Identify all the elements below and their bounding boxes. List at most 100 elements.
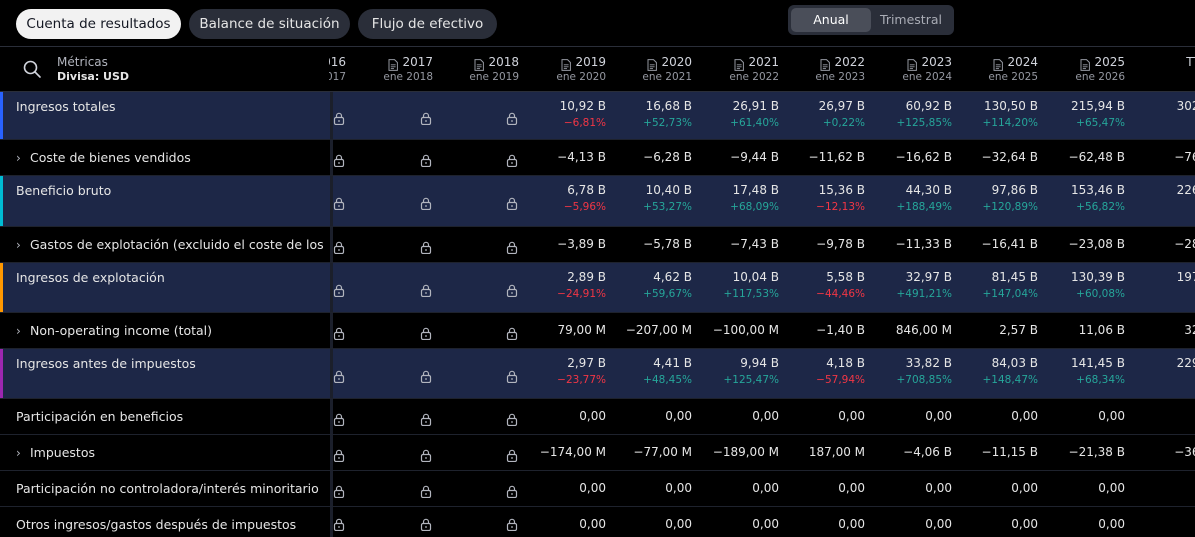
lock-icon[interactable] (333, 282, 345, 297)
column-header-2025[interactable]: 2025 ene 2026 (1039, 47, 1125, 91)
lock-icon[interactable] (420, 483, 432, 498)
lock-icon[interactable] (420, 110, 432, 125)
search-icon[interactable] (22, 59, 42, 79)
lock-icon[interactable] (506, 239, 518, 254)
tab-income-statement[interactable]: Cuenta de resultados (16, 9, 181, 39)
column-year: 2023 (921, 55, 952, 69)
chevron-right-icon[interactable]: › (16, 324, 30, 338)
lock-icon[interactable] (420, 411, 432, 426)
yoy-change: +114,20% (982, 117, 1038, 129)
value-cell: 0,00 (606, 471, 692, 506)
lock-icon[interactable] (506, 516, 518, 531)
yoy-change: +120,89% (982, 201, 1038, 213)
table-row[interactable]: Ingresos de explotación 2,89 B −24,91% 4,62… (0, 263, 1195, 313)
value-cell: 0,00 (693, 471, 779, 506)
lock-icon[interactable] (506, 483, 518, 498)
column-header-2018[interactable]: 2018 ene 2019 (433, 47, 519, 91)
lock-icon[interactable] (333, 447, 345, 462)
metrics-label: Métricas (57, 55, 108, 69)
value-cell: 0,00 (779, 507, 865, 537)
table-row[interactable]: › Coste de bienes vendidos −4,13 B −6,28 B −… (0, 140, 1195, 176)
lock-icon[interactable] (333, 152, 345, 167)
row-label-text: Non-operating income (total) (30, 323, 213, 338)
value-cell: 130,50 B +114,20% (952, 92, 1038, 139)
yoy-change: +117,53% (723, 288, 779, 300)
yoy-change: +59,67% (643, 288, 692, 300)
period-annual-button[interactable]: Anual (791, 8, 871, 32)
chevron-right-icon[interactable]: › (16, 446, 30, 460)
column-header-2016[interactable]: 2016 ene 2017 (329, 47, 346, 91)
lock-icon[interactable] (506, 411, 518, 426)
lock-icon[interactable] (333, 516, 345, 531)
row-label-text: Participación no controladora/interés mi… (16, 481, 319, 496)
column-header-2024[interactable]: 2024 ene 2025 (952, 47, 1038, 91)
table-row[interactable]: Otros ingresos/gastos después de impuest… (0, 507, 1195, 537)
column-year: 2017 (402, 55, 433, 69)
value: −5,78 B (643, 237, 692, 251)
table-row[interactable]: › Non-operating income (total) 79,00 M −207… (0, 313, 1195, 349)
row-values: 79,00 M −207,00 M −100,00 M −1,40 B 846,00 M… (329, 313, 1195, 348)
lock-icon[interactable] (506, 368, 518, 383)
row-label[interactable]: › Non-operating income (total) (16, 323, 212, 338)
column-header-2020[interactable]: 2020 ene 2021 (606, 47, 692, 91)
yoy-change: −5,96% (563, 201, 606, 213)
lock-icon[interactable] (506, 110, 518, 125)
value-cell: −3,89 B (520, 227, 606, 262)
lock-icon[interactable] (506, 325, 518, 340)
value: 0,00 (752, 409, 779, 423)
table-row[interactable]: › Gastos de explotación (excluido el cost… (0, 227, 1195, 263)
value-cell: 9,94 B +125,47% (693, 349, 779, 398)
document-icon (820, 56, 830, 71)
value: 215,94 B (1070, 99, 1125, 113)
lock-icon[interactable] (420, 325, 432, 340)
column-header-2023[interactable]: 2023 ene 2024 (866, 47, 952, 91)
lock-icon[interactable] (420, 282, 432, 297)
lock-icon[interactable] (420, 239, 432, 254)
column-header-2022[interactable]: 2022 ene 2023 (779, 47, 865, 91)
column-header-TTM[interactable]: TTM (1125, 47, 1195, 91)
lock-icon[interactable] (506, 195, 518, 211)
lock-icon[interactable] (506, 447, 518, 462)
value-cell: 229,7 (1125, 349, 1195, 398)
lock-icon[interactable] (506, 152, 518, 167)
table-row[interactable]: › Impuestos −174,00 M −77,00 M −189,00 M 187,… (0, 435, 1195, 471)
row-label[interactable]: › Coste de bienes vendidos (16, 150, 191, 165)
chevron-right-icon[interactable]: › (16, 238, 30, 252)
table-row[interactable]: Ingresos antes de impuestos 2,97 B −23,77%… (0, 349, 1195, 399)
tab-cash-flow[interactable]: Flujo de efectivo (358, 9, 497, 39)
row-label[interactable]: › Gastos de explotación (excluido el cost… (16, 237, 328, 252)
value: 32,1 (1184, 323, 1195, 337)
tab-balance-sheet[interactable]: Balance de situación (189, 9, 350, 39)
table-row[interactable]: Beneficio bruto 6,78 B −5,96% 10,40 B +53,27… (0, 176, 1195, 227)
row-label: Participación en beneficios (16, 409, 183, 424)
lock-icon[interactable] (506, 282, 518, 297)
table-row[interactable]: Participación no controladora/interés mi… (0, 471, 1195, 507)
column-header-2017[interactable]: 2017 ene 2018 (347, 47, 433, 91)
row-label[interactable]: › Impuestos (16, 445, 95, 460)
yoy-change: +48,45% (643, 374, 692, 386)
table-row[interactable]: Participación en beneficios 0,00 0,00 0,00 0… (0, 399, 1195, 435)
lock-icon[interactable] (420, 368, 432, 383)
value: 0,00 (838, 481, 865, 495)
period-quarterly-button[interactable]: Trimestral (871, 8, 951, 32)
lock-icon[interactable] (333, 195, 345, 211)
lock-icon[interactable] (420, 516, 432, 531)
lock-icon[interactable] (420, 195, 432, 211)
row-label-text: Impuestos (30, 445, 95, 460)
value-cell: 32,1 (1125, 313, 1195, 348)
lock-icon[interactable] (333, 483, 345, 498)
lock-icon[interactable] (333, 110, 345, 125)
lock-icon[interactable] (420, 152, 432, 167)
lock-icon[interactable] (333, 368, 345, 383)
column-header-2019[interactable]: 2019 ene 2020 (520, 47, 606, 91)
lock-icon[interactable] (333, 411, 345, 426)
column-header-2021[interactable]: 2021 ene 2022 (693, 47, 779, 91)
value: −9,44 B (730, 150, 779, 164)
chevron-right-icon[interactable]: › (16, 151, 30, 165)
lock-icon[interactable] (333, 239, 345, 254)
value-cell: 33,82 B +708,85% (866, 349, 952, 398)
table-row[interactable]: Ingresos totales 10,92 B −6,81% 16,68 B +52,… (0, 92, 1195, 140)
value: 0,00 (1098, 409, 1125, 423)
lock-icon[interactable] (420, 447, 432, 462)
lock-icon[interactable] (333, 325, 345, 340)
